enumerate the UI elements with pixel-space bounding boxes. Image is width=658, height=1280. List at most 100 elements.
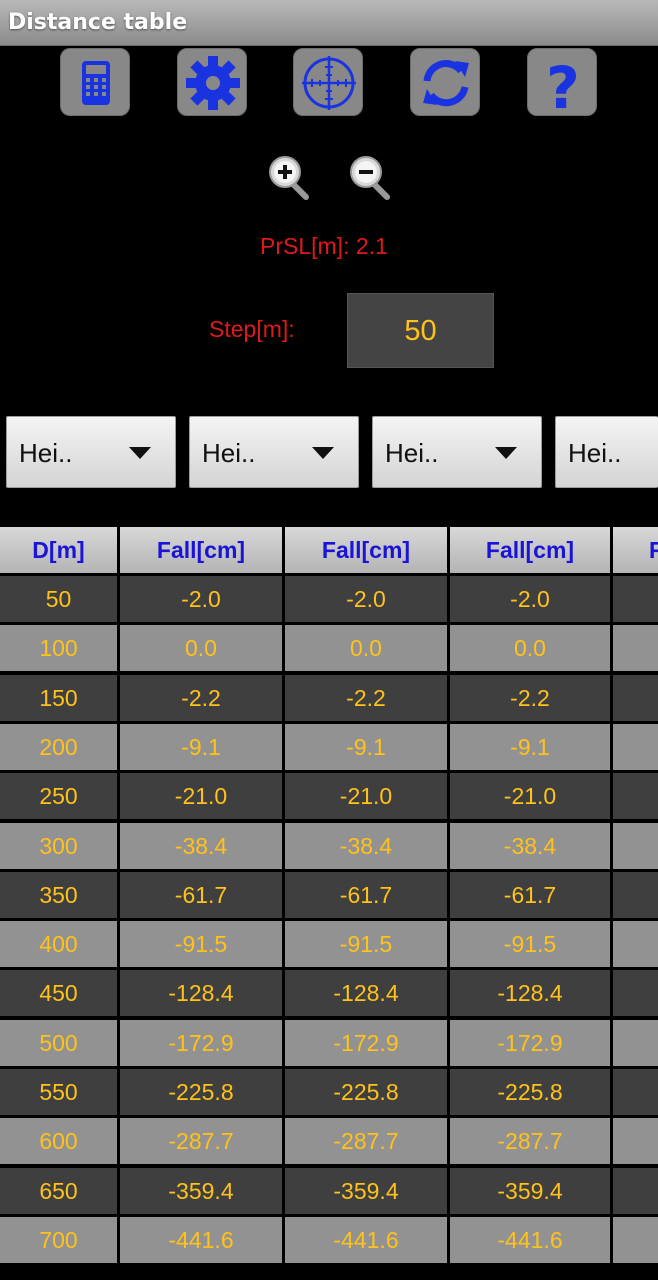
crosshair-icon bbox=[302, 56, 356, 110]
fall-cell: 0.0 bbox=[285, 625, 447, 672]
fall-cell: -61.7 bbox=[285, 871, 447, 918]
fall-cell: -172.9 bbox=[120, 1019, 282, 1066]
settings-button[interactable] bbox=[177, 48, 247, 116]
fall-cell: -128.4 bbox=[285, 970, 447, 1017]
fall-cell: -91.5 bbox=[285, 921, 447, 968]
fall-cell: -287.7 bbox=[450, 1118, 610, 1165]
fall-cell bbox=[613, 822, 658, 869]
help-icon: ? bbox=[546, 54, 580, 117]
fall-cell: -2.2 bbox=[120, 674, 282, 721]
refresh-button[interactable] bbox=[410, 48, 480, 116]
chevron-down-icon bbox=[312, 447, 334, 459]
fall-cell: -2.2 bbox=[450, 674, 610, 721]
fall-cell: -38.4 bbox=[285, 822, 447, 869]
table-row: 100 0.0 0.0 0.0 bbox=[0, 625, 658, 674]
height-dropdown-4[interactable]: Hei.. bbox=[555, 416, 658, 488]
step-label: Step[m]: bbox=[209, 316, 295, 342]
height-dropdown-3[interactable]: Hei.. bbox=[372, 416, 542, 488]
step-input[interactable]: 50 bbox=[347, 293, 494, 368]
fall-cell: -359.4 bbox=[120, 1167, 282, 1214]
distance-cell: 200 bbox=[0, 723, 117, 770]
distance-cell: 250 bbox=[0, 773, 117, 820]
help-button[interactable]: ? bbox=[527, 48, 597, 117]
fall-cell: -128.4 bbox=[450, 970, 610, 1017]
distance-cell: 350 bbox=[0, 871, 117, 918]
fall-cell bbox=[613, 773, 658, 820]
chevron-down-icon bbox=[495, 447, 517, 459]
distance-cell: 400 bbox=[0, 921, 117, 968]
fall-cell bbox=[613, 970, 658, 1017]
header-distance: D[m] bbox=[0, 527, 117, 573]
table-row: 300 -38.4 -38.4 -38.4 bbox=[0, 822, 658, 872]
distance-cell: 150 bbox=[0, 674, 117, 721]
fall-cell: -2.2 bbox=[285, 674, 447, 721]
table-row: 50 -2.0 -2.0 -2.0 bbox=[0, 576, 658, 625]
fall-cell: -441.6 bbox=[120, 1216, 282, 1263]
table-row: 400 -91.5 -91.5 -91.5 bbox=[0, 921, 658, 970]
fall-cell: -21.0 bbox=[450, 773, 610, 820]
table-row: 350 -61.7 -61.7 -61.7 bbox=[0, 871, 658, 921]
fall-cell: -91.5 bbox=[120, 921, 282, 968]
fall-cell bbox=[613, 1167, 658, 1214]
fall-cell bbox=[613, 1216, 658, 1263]
distance-cell: 500 bbox=[0, 1019, 117, 1066]
fall-cell: -225.8 bbox=[285, 1069, 447, 1115]
calculator-button[interactable] bbox=[60, 48, 130, 116]
height-dropdown-1[interactable]: Hei.. bbox=[6, 416, 176, 488]
dropdown-label: Hei.. bbox=[202, 438, 256, 468]
target-button[interactable] bbox=[293, 48, 363, 116]
fall-cell bbox=[613, 1069, 658, 1115]
distance-cell: 650 bbox=[0, 1167, 117, 1214]
fall-cell: -2.0 bbox=[285, 576, 447, 622]
calculator-icon bbox=[82, 61, 110, 105]
fall-cell: -38.4 bbox=[450, 822, 610, 869]
table-header-row: D[m] Fall[cm] Fall[cm] Fall[cm] F bbox=[0, 527, 658, 576]
header-fall-1: Fall[cm] bbox=[120, 527, 282, 573]
table-row: 250 -21.0 -21.0 -21.0 bbox=[0, 773, 658, 822]
fall-cell: -172.9 bbox=[450, 1019, 610, 1066]
fall-cell bbox=[613, 871, 658, 918]
fall-cell: -2.0 bbox=[450, 576, 610, 622]
distance-cell: 300 bbox=[0, 822, 117, 869]
distance-cell: 450 bbox=[0, 970, 117, 1017]
zoom-out-icon bbox=[350, 156, 390, 200]
table-row: 150 -2.2 -2.2 -2.2 bbox=[0, 674, 658, 724]
fall-cell bbox=[613, 723, 658, 770]
zoom-in-button[interactable] bbox=[264, 155, 310, 201]
refresh-icon bbox=[423, 60, 469, 107]
fall-cell: -9.1 bbox=[285, 723, 447, 770]
dropdown-label: Hei.. bbox=[568, 438, 622, 468]
header-fall-4: F bbox=[613, 527, 658, 573]
header-fall-2: Fall[cm] bbox=[285, 527, 447, 573]
header-fall-3: Fall[cm] bbox=[450, 527, 610, 573]
fall-cell: -61.7 bbox=[450, 871, 610, 918]
fall-cell: -172.9 bbox=[285, 1019, 447, 1066]
distance-cell: 550 bbox=[0, 1069, 117, 1115]
table-row: 700 -441.6 -441.6 -441.6 bbox=[0, 1216, 658, 1266]
fall-cell bbox=[613, 1118, 658, 1165]
fall-cell: -441.6 bbox=[285, 1216, 447, 1263]
table-row: 200 -9.1 -9.1 -9.1 bbox=[0, 723, 658, 773]
fall-cell: -21.0 bbox=[285, 773, 447, 820]
distance-cell: 600 bbox=[0, 1118, 117, 1165]
gear-icon bbox=[186, 56, 240, 110]
fall-cell: -38.4 bbox=[120, 822, 282, 869]
table-row: 550 -225.8 -225.8 -225.8 bbox=[0, 1069, 658, 1118]
table-row: 600 -287.7 -287.7 -287.7 bbox=[0, 1118, 658, 1167]
fall-cell: -91.5 bbox=[450, 921, 610, 968]
height-dropdown-2[interactable]: Hei.. bbox=[189, 416, 359, 488]
fall-cell bbox=[613, 625, 658, 672]
app-title: Distance table bbox=[8, 10, 188, 35]
fall-cell: -225.8 bbox=[120, 1069, 282, 1115]
distance-cell: 100 bbox=[0, 625, 117, 672]
table-row: 500 -172.9 -172.9 -172.9 bbox=[0, 1019, 658, 1069]
zoom-out-button[interactable] bbox=[345, 155, 391, 201]
fall-cell bbox=[613, 1019, 658, 1066]
fall-cell: -61.7 bbox=[120, 871, 282, 918]
fall-cell: -9.1 bbox=[450, 723, 610, 770]
svg-text:?: ? bbox=[546, 54, 580, 117]
table-row: 650 -359.4 -359.4 -359.4 bbox=[0, 1167, 658, 1217]
fall-cell: -359.4 bbox=[285, 1167, 447, 1214]
chevron-down-icon bbox=[129, 447, 151, 459]
fall-cell bbox=[613, 921, 658, 968]
